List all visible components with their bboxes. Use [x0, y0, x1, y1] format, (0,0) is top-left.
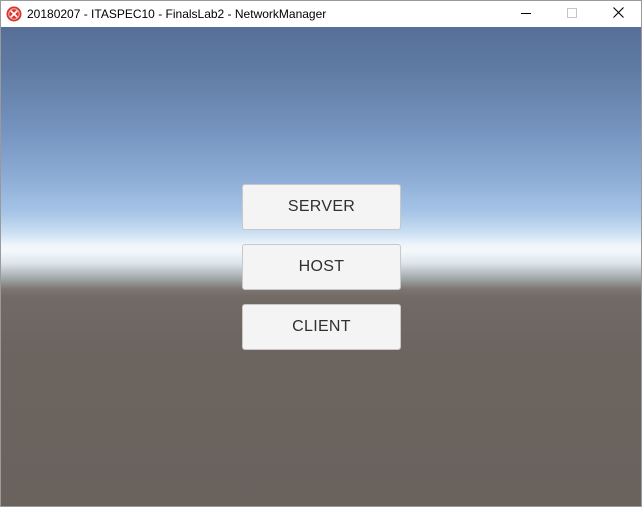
minimize-button[interactable] [503, 1, 549, 27]
server-button[interactable]: SERVER [242, 184, 401, 230]
app-icon[interactable] [6, 6, 22, 22]
maximize-icon [567, 5, 577, 23]
client-button[interactable]: CLIENT [242, 304, 401, 350]
game-viewport: SERVER HOST CLIENT [1, 27, 641, 506]
maximize-button[interactable] [549, 1, 595, 27]
close-button[interactable] [595, 1, 641, 27]
minimize-icon [521, 5, 531, 23]
app-window: 20180207 - ITASPEC10 - FinalsLab2 - Netw… [0, 0, 642, 507]
close-icon [612, 5, 624, 23]
host-button[interactable]: HOST [242, 244, 401, 290]
window-title: 20180207 - ITASPEC10 - FinalsLab2 - Netw… [27, 7, 327, 21]
title-bar[interactable]: 20180207 - ITASPEC10 - FinalsLab2 - Netw… [1, 1, 641, 27]
